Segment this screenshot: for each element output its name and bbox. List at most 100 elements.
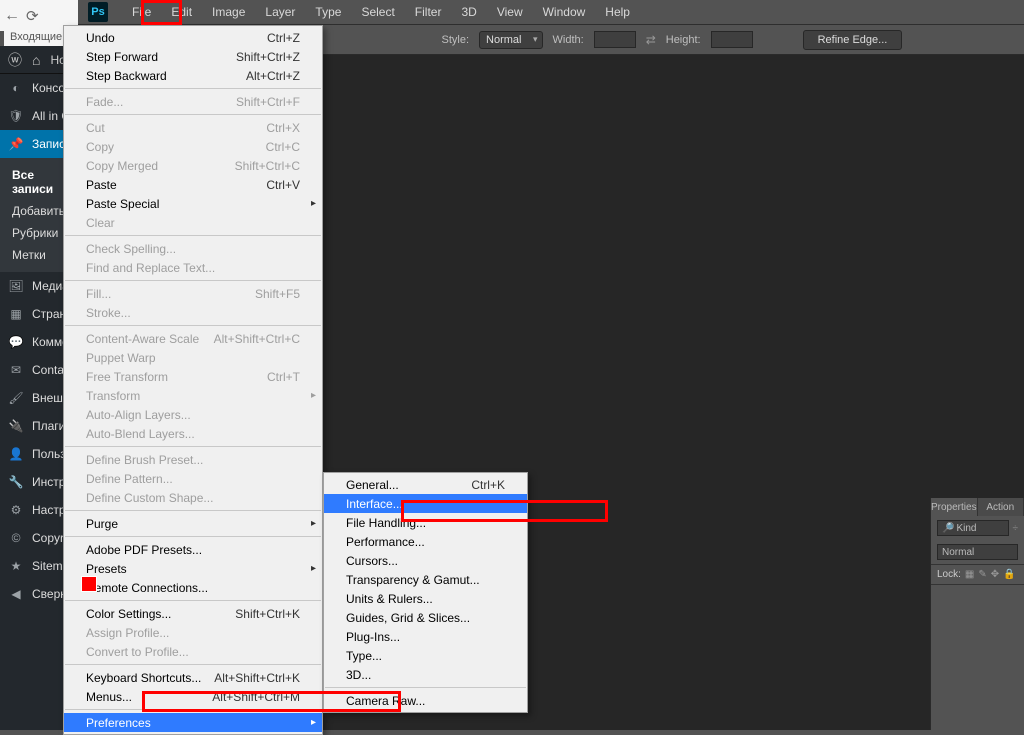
menu-item[interactable]: Cursors... xyxy=(324,551,527,570)
menu-item: Find and Replace Text... xyxy=(64,258,322,277)
menu-item[interactable]: Plug-Ins... xyxy=(324,627,527,646)
lock-all-icon[interactable]: 🔒 xyxy=(1003,569,1015,580)
reload-icon[interactable]: ⟳ xyxy=(26,7,39,25)
menu-icon: 🛡 xyxy=(8,109,24,123)
menu-item: Free TransformCtrl+T xyxy=(64,367,322,386)
menu-item[interactable]: Transparency & Gamut... xyxy=(324,570,527,589)
menu-image[interactable]: Image xyxy=(202,0,255,25)
menu-3d[interactable]: 3D xyxy=(451,0,486,25)
menu-item[interactable]: Interface... xyxy=(324,494,527,513)
pin-icon: 📌 xyxy=(8,137,24,151)
style-select[interactable]: Normal xyxy=(479,31,542,49)
menu-item-label: Define Pattern... xyxy=(86,472,173,486)
tab-properties[interactable]: Properties xyxy=(931,498,978,516)
back-icon[interactable]: ← xyxy=(4,7,20,25)
menu-separator xyxy=(65,510,321,511)
menu-item-label: Convert to Profile... xyxy=(86,645,189,659)
lock-transparency-icon[interactable]: ▦ xyxy=(965,569,974,580)
menu-item-label: Define Brush Preset... xyxy=(86,453,203,467)
menu-item[interactable]: File Handling... xyxy=(324,513,527,532)
menu-item: CutCtrl+X xyxy=(64,118,322,137)
menu-item[interactable]: Preferences xyxy=(64,713,322,732)
menu-item[interactable]: Color Settings...Shift+Ctrl+K xyxy=(64,604,322,623)
menu-filter[interactable]: Filter xyxy=(405,0,452,25)
width-input[interactable] xyxy=(594,31,636,48)
menu-file[interactable]: File xyxy=(122,0,161,25)
menu-help[interactable]: Help xyxy=(595,0,640,25)
lock-position-icon[interactable]: ✥ xyxy=(991,569,999,580)
menu-item[interactable]: Guides, Grid & Slices... xyxy=(324,608,527,627)
right-panels: Properties Action 🔎 Kind ÷ Normal Lock: … xyxy=(930,498,1024,730)
menu-item-label: Plug-Ins... xyxy=(346,630,400,644)
menu-item-label: Content-Aware Scale xyxy=(86,332,199,346)
menu-item[interactable]: Adobe PDF Presets... xyxy=(64,540,322,559)
menu-item: Transform xyxy=(64,386,322,405)
menu-item-label: 3D... xyxy=(346,668,371,682)
menu-item[interactable]: Menus...Alt+Shift+Ctrl+M xyxy=(64,687,322,706)
shortcut-label: Shift+Ctrl+Z xyxy=(236,50,300,64)
menu-view[interactable]: View xyxy=(487,0,533,25)
menu-item[interactable]: Camera Raw... xyxy=(324,691,527,710)
shortcut-label: Shift+F5 xyxy=(255,287,300,301)
preferences-submenu: General...Ctrl+KInterface...File Handlin… xyxy=(323,472,528,713)
menu-icon: 🔧 xyxy=(8,475,24,489)
menu-item-label: Define Custom Shape... xyxy=(86,491,213,505)
menu-icon: 🖌 xyxy=(8,391,24,405)
menu-item[interactable]: Units & Rulers... xyxy=(324,589,527,608)
lock-pixels-icon[interactable]: ✎ xyxy=(978,569,986,580)
menu-type[interactable]: Type xyxy=(305,0,351,25)
menu-item[interactable]: Step ForwardShift+Ctrl+Z xyxy=(64,47,322,66)
menu-item-label: Step Backward xyxy=(86,69,167,83)
tab-actions[interactable]: Action xyxy=(978,498,1024,516)
menu-item-label: Transparency & Gamut... xyxy=(346,573,480,587)
menu-item[interactable]: Purge xyxy=(64,514,322,533)
height-input[interactable] xyxy=(711,31,753,48)
blend-mode-select[interactable]: Normal xyxy=(937,544,1018,560)
menu-item: Define Custom Shape... xyxy=(64,488,322,507)
menu-item[interactable]: General...Ctrl+K xyxy=(324,475,527,494)
edit-menu-dropdown: UndoCtrl+ZStep ForwardShift+Ctrl+ZStep B… xyxy=(63,25,323,735)
menu-icon: 🔌 xyxy=(8,419,24,433)
shortcut-label: Ctrl+K xyxy=(471,478,505,492)
menu-item[interactable]: 3D... xyxy=(324,665,527,684)
shortcut-label: Ctrl+C xyxy=(266,140,300,154)
menu-item: Puppet Warp xyxy=(64,348,322,367)
menu-item[interactable]: Keyboard Shortcuts...Alt+Shift+Ctrl+K xyxy=(64,668,322,687)
layer-filter-select[interactable]: 🔎 Kind xyxy=(937,520,1009,536)
foreground-swatch[interactable] xyxy=(81,576,97,592)
menu-item-label: Check Spelling... xyxy=(86,242,176,256)
shortcut-label: Alt+Ctrl+Z xyxy=(246,69,300,83)
menu-item[interactable]: Presets xyxy=(64,559,322,578)
menu-item-label: Performance... xyxy=(346,535,425,549)
menu-item: Fade...Shift+Ctrl+F xyxy=(64,92,322,111)
shortcut-label: Shift+Ctrl+K xyxy=(235,607,300,621)
refine-edge-button[interactable]: Refine Edge... xyxy=(803,30,903,50)
menu-item[interactable]: Paste Special xyxy=(64,194,322,213)
menu-icon: 💬 xyxy=(8,335,24,349)
menu-item[interactable]: PasteCtrl+V xyxy=(64,175,322,194)
menu-select[interactable]: Select xyxy=(351,0,404,25)
menu-icon: © xyxy=(8,531,24,545)
menu-icon: 👤 xyxy=(8,447,24,461)
menu-item-label: Guides, Grid & Slices... xyxy=(346,611,470,625)
menu-item[interactable]: Remote Connections... xyxy=(64,578,322,597)
menu-item-label: Cursors... xyxy=(346,554,398,568)
menu-layer[interactable]: Layer xyxy=(255,0,305,25)
menu-separator xyxy=(65,114,321,115)
menu-item: Auto-Blend Layers... xyxy=(64,424,322,443)
menu-item[interactable]: Step Backward Alt+Ctrl+Z xyxy=(64,66,322,85)
shortcut-label: Alt+Shift+Ctrl+K xyxy=(214,671,300,685)
menu-item[interactable]: Performance... xyxy=(324,532,527,551)
swap-dimensions-icon[interactable]: ⇄ xyxy=(646,33,656,47)
menu-item-label: Paste xyxy=(86,178,117,192)
wp-logo-icon[interactable]: ⓦ xyxy=(8,50,22,70)
menu-item-label: Puppet Warp xyxy=(86,351,156,365)
home-icon[interactable]: ⌂ xyxy=(32,52,40,68)
menubar: Ps FileEditImageLayerTypeSelectFilter3DV… xyxy=(78,0,1024,25)
menu-item[interactable]: UndoCtrl+Z xyxy=(64,28,322,47)
menu-window[interactable]: Window xyxy=(533,0,596,25)
menu-item-label: Purge xyxy=(86,517,118,531)
menu-item[interactable]: Type... xyxy=(324,646,527,665)
menu-separator xyxy=(65,709,321,710)
menu-edit[interactable]: Edit xyxy=(161,0,202,25)
